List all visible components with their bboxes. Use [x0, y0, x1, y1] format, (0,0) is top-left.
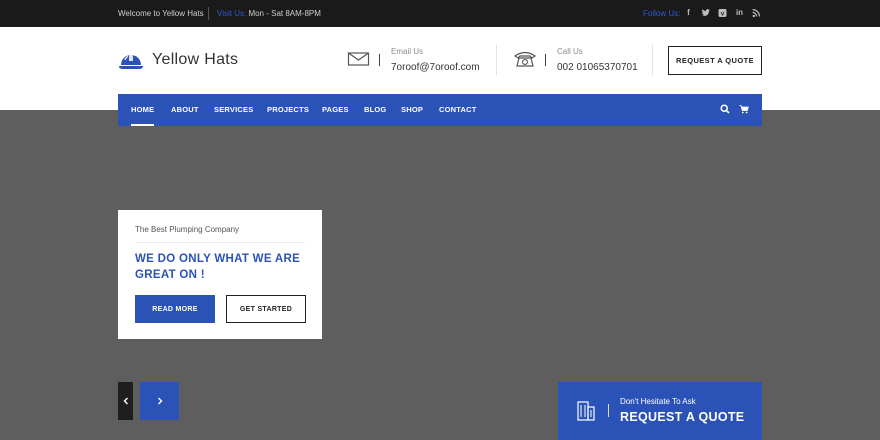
visit-hours-value: Mon - Sat 8AM-8PM: [248, 9, 321, 18]
social-links: f v in: [684, 7, 761, 19]
nav-item-contact[interactable]: CONTACT: [439, 94, 477, 126]
vimeo-icon[interactable]: v: [718, 7, 727, 19]
nav-item-blog[interactable]: BLOG: [364, 94, 386, 126]
get-started-button[interactable]: GET STARTED: [226, 295, 306, 323]
hero-headline: WE DO ONLY WHAT WE ARE GREAT ON !: [135, 251, 315, 283]
call-label: Call Us: [557, 47, 583, 56]
top-bar: Welcome to Yellow Hats Visit Us: Mon - S…: [0, 0, 880, 27]
main-nav: HOME ABOUT SERVICES PROJECTS PAGES BLOG …: [118, 94, 762, 126]
telephone-icon: [513, 51, 537, 67]
nav-item-shop[interactable]: SHOP: [401, 94, 423, 126]
welcome-text: Welcome to Yellow Hats: [118, 9, 204, 18]
hero-headline-line-1: WE DO ONLY WHAT WE ARE: [135, 253, 301, 265]
visit-hours: Visit Us: Mon - Sat 8AM-8PM: [217, 9, 321, 18]
chevron-right-icon: [157, 397, 162, 405]
email-label: Email Us: [391, 47, 424, 56]
cta-subtitle: Don't Hesitate To Ask: [620, 397, 696, 406]
nav-item-projects[interactable]: PROJECTS: [267, 94, 309, 126]
twitter-icon[interactable]: [701, 7, 710, 19]
phone-value[interactable]: 002 01065370701: [557, 62, 638, 73]
header-divider: [496, 45, 497, 75]
header-divider: [652, 45, 653, 75]
nav-item-services[interactable]: SERVICES: [214, 94, 253, 126]
cta-title: REQUEST A QUOTE: [620, 410, 745, 424]
chevron-left-icon: [123, 397, 128, 405]
follow-label: Follow Us:: [643, 9, 681, 18]
building-icon: [577, 401, 595, 421]
linkedin-icon[interactable]: in: [735, 7, 744, 19]
phone-divider: [545, 54, 546, 66]
envelope-icon: [347, 52, 370, 66]
hero-tagline: The Best Plumping Company: [135, 225, 240, 234]
hero-card: The Best Plumping Company WE DO ONLY WHA…: [118, 210, 322, 339]
visit-label: Visit Us:: [217, 9, 247, 18]
topbar-divider: [208, 7, 209, 20]
email-value[interactable]: 7oroof@7oroof.com: [391, 62, 480, 73]
nav-item-pages[interactable]: PAGES: [322, 94, 349, 126]
rss-icon[interactable]: [752, 7, 761, 19]
cart-icon[interactable]: [739, 104, 749, 114]
nav-item-home[interactable]: HOME: [131, 94, 155, 126]
nav-item-about[interactable]: ABOUT: [171, 94, 199, 126]
read-more-button[interactable]: READ MORE: [135, 295, 215, 323]
slider-next-button[interactable]: [140, 382, 179, 420]
request-quote-cta[interactable]: Don't Hesitate To Ask REQUEST A QUOTE: [558, 382, 762, 440]
hero-divider: [135, 242, 305, 243]
logo-text[interactable]: Yellow Hats: [152, 51, 238, 69]
hard-hat-logo-icon[interactable]: [118, 48, 144, 74]
email-divider: [379, 54, 380, 66]
request-quote-button[interactable]: REQUEST A QUOTE: [668, 46, 762, 75]
facebook-icon[interactable]: f: [684, 7, 693, 19]
slider-prev-button[interactable]: [118, 382, 133, 420]
hero-headline-line-2: GREAT ON !: [135, 269, 205, 281]
search-icon[interactable]: [720, 104, 730, 114]
cta-divider: [608, 404, 609, 417]
